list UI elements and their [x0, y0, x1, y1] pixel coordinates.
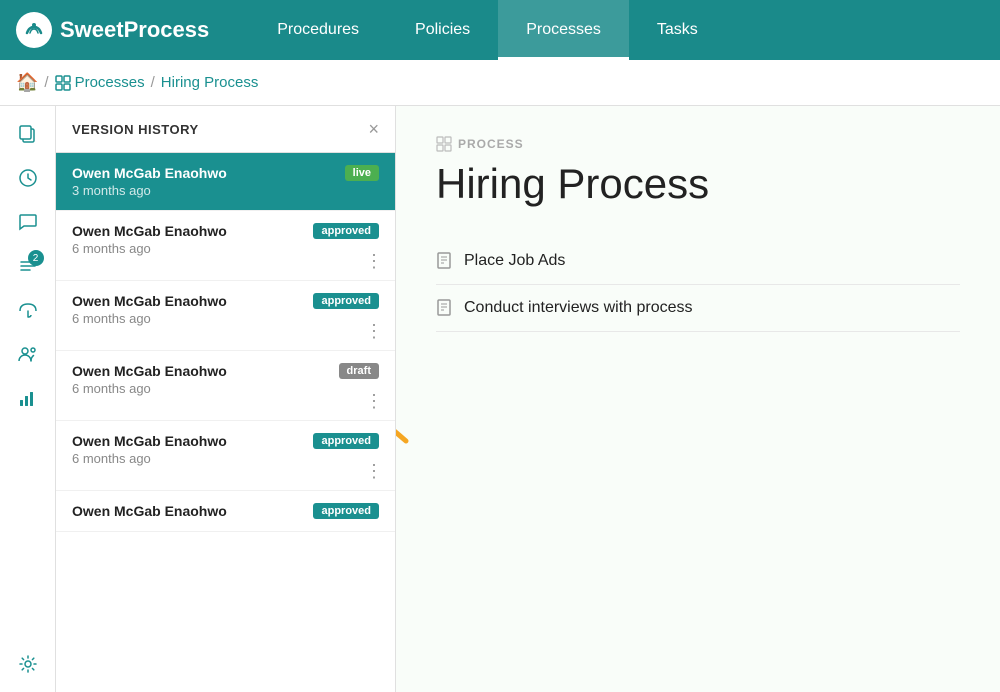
- nav-items: Procedures Policies Processes Tasks: [249, 0, 1000, 60]
- process-title: Hiring Process: [436, 160, 960, 208]
- version-menu-btn-2[interactable]: ⋮: [365, 252, 383, 270]
- step-item-1[interactable]: Place Job Ads: [436, 238, 960, 285]
- version-close-button[interactable]: ×: [368, 120, 379, 138]
- version-author-1: Owen McGab Enaohwo live: [72, 165, 379, 181]
- version-item-4[interactable]: Owen McGab Enaohwo draft 6 months ago ⋮: [56, 351, 395, 421]
- status-badge-approved-5: approved: [313, 433, 379, 449]
- step-text-2: Conduct interviews with process: [464, 299, 693, 317]
- status-badge-draft-4: draft: [339, 363, 379, 379]
- version-menu-btn-3[interactable]: ⋮: [365, 322, 383, 340]
- top-navigation: SweetProcess Procedures Policies Process…: [0, 0, 1000, 60]
- version-time-5: 6 months ago: [72, 451, 379, 466]
- breadcrumb-processes[interactable]: Processes: [75, 74, 145, 91]
- version-history-panel: VERSION HISTORY × Owen McGab Enaohwo liv…: [56, 106, 396, 692]
- step-item-2[interactable]: Conduct interviews with process: [436, 285, 960, 332]
- chart-icon[interactable]: [8, 378, 48, 418]
- umbrella-icon[interactable]: [8, 290, 48, 330]
- sidebar: 2: [0, 106, 56, 692]
- home-icon[interactable]: 🏠: [16, 72, 38, 93]
- version-menu-btn-5[interactable]: ⋮: [365, 462, 383, 480]
- breadcrumb-sep-2: /: [151, 74, 155, 91]
- process-label-icon: [436, 136, 452, 152]
- nav-tasks[interactable]: Tasks: [629, 0, 726, 60]
- step-text-1: Place Job Ads: [464, 252, 565, 270]
- step-doc-icon-1: [436, 252, 454, 270]
- logo-icon: [16, 12, 52, 48]
- version-menu-btn-4[interactable]: ⋮: [365, 392, 383, 410]
- version-author-2: Owen McGab Enaohwo approved: [72, 223, 379, 239]
- version-author-5: Owen McGab Enaohwo approved: [72, 433, 379, 449]
- version-time-4: 6 months ago: [72, 381, 379, 396]
- clock-icon[interactable]: [8, 158, 48, 198]
- users-icon[interactable]: [8, 334, 48, 374]
- tasks-badge: 2: [28, 250, 44, 266]
- status-badge-live: live: [345, 165, 379, 181]
- version-author-4: Owen McGab Enaohwo draft: [72, 363, 379, 379]
- gear-icon[interactable]: [8, 644, 48, 684]
- breadcrumb-current: Hiring Process: [161, 74, 259, 91]
- nav-processes[interactable]: Processes: [498, 0, 629, 60]
- chat-icon[interactable]: [8, 202, 48, 242]
- main-layout: 2: [0, 106, 1000, 692]
- version-author-6: Owen McGab Enaohwo approved: [72, 503, 379, 519]
- version-item-1[interactable]: Owen McGab Enaohwo live 3 months ago: [56, 153, 395, 211]
- version-header: VERSION HISTORY ×: [56, 106, 395, 153]
- logo-text: SweetProcess: [60, 17, 209, 43]
- breadcrumb: 🏠 / Processes / Hiring Process: [0, 60, 1000, 106]
- version-time-1: 3 months ago: [72, 183, 379, 198]
- status-badge-approved-2: approved: [313, 223, 379, 239]
- version-title: VERSION HISTORY: [72, 122, 199, 137]
- step-list: Place Job Ads Conduct interviews with pr…: [436, 238, 960, 332]
- breadcrumb-sep-1: /: [44, 74, 48, 91]
- version-item-5[interactable]: Owen McGab Enaohwo approved 6 months ago…: [56, 421, 395, 491]
- nav-procedures[interactable]: Procedures: [249, 0, 387, 60]
- step-doc-icon-2: [436, 299, 454, 317]
- version-author-3: Owen McGab Enaohwo approved: [72, 293, 379, 309]
- tasks-icon[interactable]: 2: [8, 246, 48, 286]
- process-label: PROCESS: [436, 136, 960, 152]
- version-item-6[interactable]: Owen McGab Enaohwo approved: [56, 491, 395, 532]
- processes-icon: [55, 75, 71, 91]
- nav-policies[interactable]: Policies: [387, 0, 498, 60]
- version-item-2[interactable]: Owen McGab Enaohwo approved 6 months ago…: [56, 211, 395, 281]
- logo[interactable]: SweetProcess: [16, 12, 209, 48]
- version-item-3[interactable]: Owen McGab Enaohwo approved 6 months ago…: [56, 281, 395, 351]
- status-badge-approved-6: approved: [313, 503, 379, 519]
- version-time-3: 6 months ago: [72, 311, 379, 326]
- version-time-2: 6 months ago: [72, 241, 379, 256]
- content-area: PROCESS Hiring Process Place Job Ads: [396, 106, 1000, 692]
- status-badge-approved-3: approved: [313, 293, 379, 309]
- copy-icon[interactable]: [8, 114, 48, 154]
